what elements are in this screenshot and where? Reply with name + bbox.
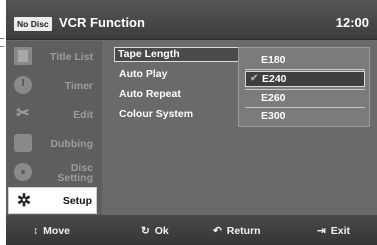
sidebar-item-label: Timer [64, 79, 93, 92]
margin-tick [0, 38, 4, 39]
clock: 12:00 [335, 15, 369, 30]
tv-screen: No Disc VCR Function 12:00 Title List Ti… [6, 0, 377, 245]
hint-label: Ok [154, 225, 169, 237]
sidebar-item-label: Setup [62, 194, 92, 207]
option-e260[interactable]: E260 [245, 90, 365, 106]
sidebar-item-dubbing[interactable]: Dubbing [8, 130, 97, 157]
hint-label: Exit [330, 225, 350, 237]
hint-ok: ↻ Ok [141, 225, 169, 237]
exit-icon: ⇥ [317, 225, 326, 237]
option-e300[interactable]: E300 [245, 108, 365, 124]
scissors-icon: ✂ [16, 105, 30, 122]
hint-label: Move [43, 225, 71, 237]
divider [245, 69, 365, 70]
disc-icon [14, 163, 32, 181]
option-label: E240 [262, 73, 287, 85]
sidebar-item-label: Title List [50, 50, 93, 63]
dubbing-icon [14, 134, 32, 152]
return-arrow-icon: ↶ [213, 225, 222, 237]
menu-item-tape-length[interactable]: Tape Length [114, 47, 258, 62]
sidebar-item-edit[interactable]: ✂ Edit [8, 101, 97, 128]
option-label: E260 [261, 92, 286, 104]
margin-tick [0, 46, 4, 47]
page-title: VCR Function [59, 15, 145, 30]
header-bar: No Disc VCR Function 12:00 [6, 0, 377, 40]
hint-exit: ⇥ Exit [317, 225, 350, 237]
sidebar-item-title-list[interactable]: Title List [8, 43, 97, 70]
option-e180[interactable]: E180 [245, 52, 365, 68]
sidebar-item-setup[interactable]: ✲ Setup [8, 187, 97, 214]
timer-icon [14, 76, 32, 94]
sidebar-item-label: Disc Setting [57, 162, 93, 184]
sidebar-item-disc-setting[interactable]: Disc Setting [8, 159, 97, 186]
gear-icon: ✲ [16, 191, 32, 210]
sidebar-item-timer[interactable]: Timer [8, 72, 97, 99]
hint-return: ↶ Return [213, 225, 261, 237]
sidebar-item-label: Edit [73, 108, 93, 121]
option-e240[interactable]: ✔ E240 [245, 71, 365, 87]
title-list-icon [14, 47, 32, 65]
settings-panel: Tape Length Auto Play Auto Repeat Colour… [110, 47, 372, 212]
enter-icon: ↻ [141, 225, 150, 237]
disc-status-badge: No Disc [14, 17, 52, 31]
updown-arrow-icon: ↕ [33, 225, 39, 237]
sidebar-item-label: Dubbing [50, 137, 93, 150]
hint-move: ↕ Move [33, 225, 70, 237]
sidebar: Title List Timer ✂ Edit Dubbing Disc Set… [6, 41, 102, 215]
menu-item-auto-repeat[interactable]: Auto Repeat [116, 87, 232, 102]
menu-item-auto-play[interactable]: Auto Play [116, 67, 232, 82]
option-label: E300 [261, 110, 286, 122]
label-line: Setting [57, 171, 93, 184]
tape-length-dropdown: E180 ✔ E240 E260 E300 [238, 47, 370, 127]
footer-hints: ↕ Move ↻ Ok ↶ Return ⇥ Exit [6, 215, 377, 245]
checkmark-icon: ✔ [250, 73, 259, 84]
option-label: E180 [261, 54, 286, 66]
menu-item-colour-system[interactable]: Colour System [116, 107, 232, 122]
hint-label: Return [226, 225, 261, 237]
